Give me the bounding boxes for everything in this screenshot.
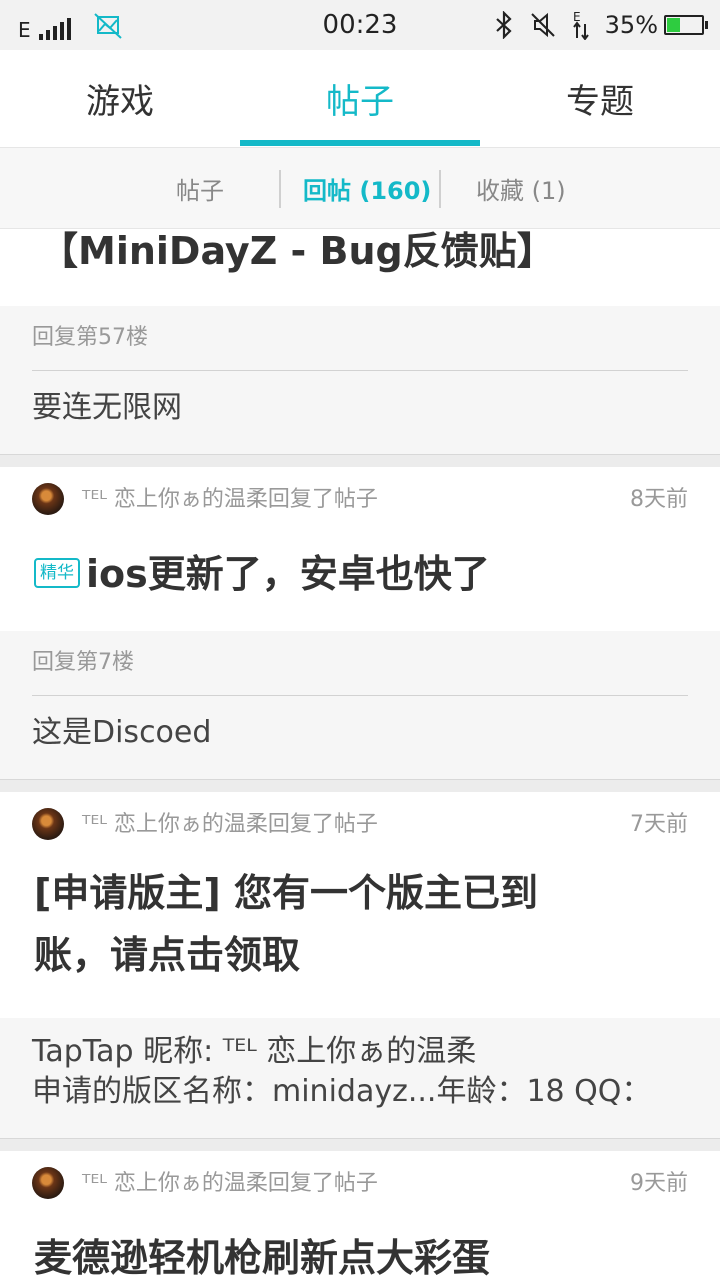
user-action: ᵀᴱᴸ 恋上你ぁ的温柔回复了帖子 <box>82 487 378 512</box>
avatar[interactable] <box>32 1167 64 1199</box>
post-title[interactable]: 麦德逊轻机枪刷新点大彩蛋 <box>0 1217 720 1280</box>
post-title-line: [申请版主] 您有一个版主已到 <box>34 871 538 915</box>
post-time: 7天前 <box>630 812 688 837</box>
user-action: ᵀᴱᴸ 恋上你ぁ的温柔回复了帖子 <box>82 812 378 837</box>
data-arrows-icon: E <box>573 10 589 40</box>
post-card[interactable]: ᵀᴱᴸ 恋上你ぁ的温柔回复了帖子 8天前 精华 ios更新了，安卓也快了 回复第7… <box>0 467 720 779</box>
tab-posts[interactable]: 帖子 <box>240 50 480 146</box>
post-meta: ᵀᴱᴸ 恋上你ぁ的温柔回复了帖子 8天前 <box>0 467 720 533</box>
post-title-line: 账，请点击领取 <box>34 933 301 977</box>
reply-box[interactable]: 回复第7楼 这是Discoed <box>0 631 720 779</box>
mute-icon <box>530 12 555 38</box>
battery-percent: 35% <box>604 11 658 39</box>
avatar[interactable] <box>32 483 64 515</box>
post-title: ios更新了，安卓也快了 <box>86 552 490 596</box>
post-card[interactable]: ᵀᴱᴸ 恋上你ぁ的温柔回复了帖子 7天前 [申请版主] 您有一个版主已到 账，请… <box>0 792 720 1138</box>
reply-text: 这是Discoed <box>32 715 212 750</box>
post-time: 9天前 <box>630 1171 688 1196</box>
user-action: ᵀᴱᴸ 恋上你ぁ的温柔回复了帖子 <box>82 1171 378 1196</box>
reply-floor: 回复第7楼 <box>32 631 688 696</box>
main-tabs: 游戏 帖子 专题 <box>0 50 720 146</box>
post-time: 8天前 <box>630 487 688 512</box>
subtab-replies[interactable]: 回帖 (160) <box>303 148 431 228</box>
post-card[interactable]: 【MiniDayZ - Bug反馈贴】 回复第57楼 要连无限网 <box>0 228 720 454</box>
bluetooth-icon <box>495 11 512 39</box>
reply-floor: 回复第57楼 <box>32 306 688 371</box>
card-separator <box>0 454 720 467</box>
subtab-divider <box>279 170 281 208</box>
avatar[interactable] <box>32 808 64 840</box>
post-title[interactable]: 【MiniDayZ - Bug反馈贴】 <box>0 228 720 306</box>
post-title[interactable]: [申请版主] 您有一个版主已到 账，请点击领取 <box>0 858 720 1018</box>
post-meta: ᵀᴱᴸ 恋上你ぁ的温柔回复了帖子 9天前 <box>0 1151 720 1217</box>
reply-box[interactable]: TapTap 昵称: ᵀᴱᴸ 恋上你ぁ的温柔 申请的版区名称：minidayz.… <box>0 1018 720 1138</box>
sub-tabs: 帖子 回帖 (160) 收藏 (1) <box>0 147 720 229</box>
reply-feed: 【MiniDayZ - Bug反馈贴】 回复第57楼 要连无限网 ᵀᴱᴸ 恋上你… <box>0 228 720 1280</box>
reply-text-line: TapTap 昵称: ᵀᴱᴸ 恋上你ぁ的温柔 <box>32 1034 477 1069</box>
battery-icon <box>664 15 708 35</box>
card-separator <box>0 779 720 792</box>
status-bar: E 00:23 E 35% <box>0 0 720 50</box>
post-meta: ᵀᴱᴸ 恋上你ぁ的温柔回复了帖子 7天前 <box>0 792 720 858</box>
subtab-divider <box>439 170 441 208</box>
post-card[interactable]: ᵀᴱᴸ 恋上你ぁ的温柔回复了帖子 9天前 麦德逊轻机枪刷新点大彩蛋 <box>0 1151 720 1280</box>
reply-text: 要连无限网 <box>32 390 182 425</box>
reply-box[interactable]: 回复第57楼 要连无限网 <box>0 306 720 454</box>
tab-games[interactable]: 游戏 <box>0 50 240 146</box>
subtab-posts[interactable]: 帖子 <box>176 148 224 228</box>
featured-badge: 精华 <box>34 557 80 588</box>
subtab-favorites[interactable]: 收藏 (1) <box>476 148 566 228</box>
card-separator <box>0 1138 720 1151</box>
post-title-row[interactable]: 精华 ios更新了，安卓也快了 <box>0 533 720 631</box>
reply-text-line: 申请的版区名称：minidayz...年龄：18 QQ： <box>32 1074 652 1109</box>
tab-topics[interactable]: 专题 <box>480 50 720 146</box>
